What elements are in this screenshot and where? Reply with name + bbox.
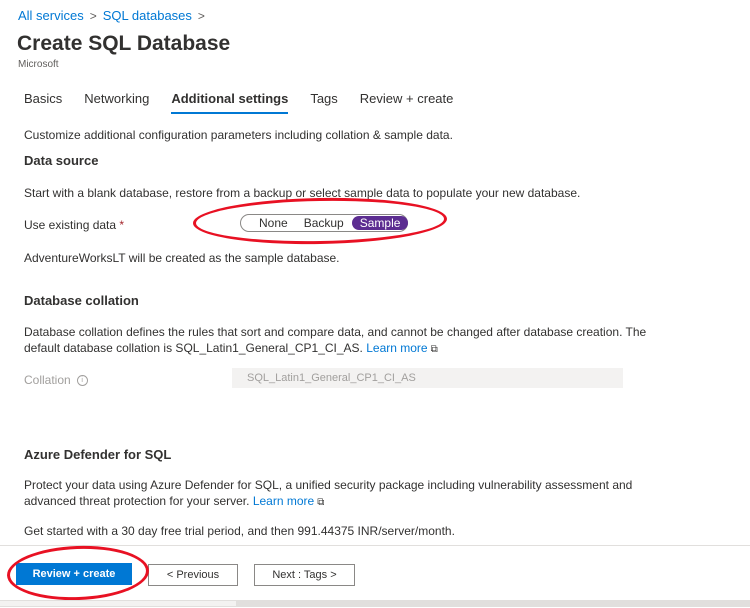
collation-description-line1: Database collation defines the rules tha… (24, 325, 647, 339)
defender-description-line1: Protect your data using Azure Defender f… (24, 478, 633, 492)
breadcrumb: All services > SQL databases > (18, 8, 211, 23)
sample-note: AdventureWorksLT will be created as the … (24, 251, 340, 265)
next-tags-button[interactable]: Next : Tags > (254, 564, 355, 586)
defender-trial-text: Get started with a 30 day free trial per… (24, 524, 455, 538)
defender-description-line2: advanced threat protection for your serv… (24, 494, 324, 508)
collation-label-text: Collation (24, 373, 71, 387)
breadcrumb-all-services[interactable]: All services (18, 8, 84, 23)
intro-text: Customize additional configuration param… (24, 128, 453, 142)
collation-description-text: default database collation is SQL_Latin1… (24, 341, 363, 355)
annotation-ellipse-toggle (192, 195, 448, 247)
defender-description-text: advanced threat protection for your serv… (24, 494, 250, 508)
breadcrumb-sql-databases[interactable]: SQL databases (103, 8, 192, 23)
external-link-icon: ⧉ (430, 344, 438, 355)
collation-description-line2: default database collation is SQL_Latin1… (24, 341, 438, 355)
tab-tags[interactable]: Tags (310, 91, 337, 114)
scrollbar-thumb[interactable] (0, 601, 236, 606)
tab-bar: Basics Networking Additional settings Ta… (24, 91, 475, 114)
external-link-icon: ⧉ (317, 497, 325, 508)
page-subtitle: Microsoft (18, 59, 59, 70)
collation-heading: Database collation (24, 293, 139, 308)
collation-field: SQL_Latin1_General_CP1_CI_AS (232, 368, 623, 388)
collation-label: Collation i (24, 373, 88, 387)
collation-learn-more-link[interactable]: Learn more (366, 341, 427, 355)
use-existing-data-label: Use existing data * (24, 218, 124, 232)
defender-heading: Azure Defender for SQL (24, 447, 172, 462)
required-mark: * (119, 218, 125, 232)
defender-learn-more-link[interactable]: Learn more (253, 494, 314, 508)
breadcrumb-separator: > (89, 9, 97, 23)
tab-basics[interactable]: Basics (24, 91, 62, 114)
tab-networking[interactable]: Networking (84, 91, 149, 114)
tab-review-create[interactable]: Review + create (360, 91, 454, 114)
data-source-heading: Data source (24, 153, 99, 168)
info-icon[interactable]: i (76, 375, 88, 387)
breadcrumb-separator: > (197, 9, 205, 23)
use-existing-data-label-text: Use existing data (24, 218, 117, 232)
previous-button[interactable]: < Previous (148, 564, 238, 586)
tab-additional-settings[interactable]: Additional settings (171, 91, 289, 114)
page-title: Create SQL Database (17, 32, 231, 55)
